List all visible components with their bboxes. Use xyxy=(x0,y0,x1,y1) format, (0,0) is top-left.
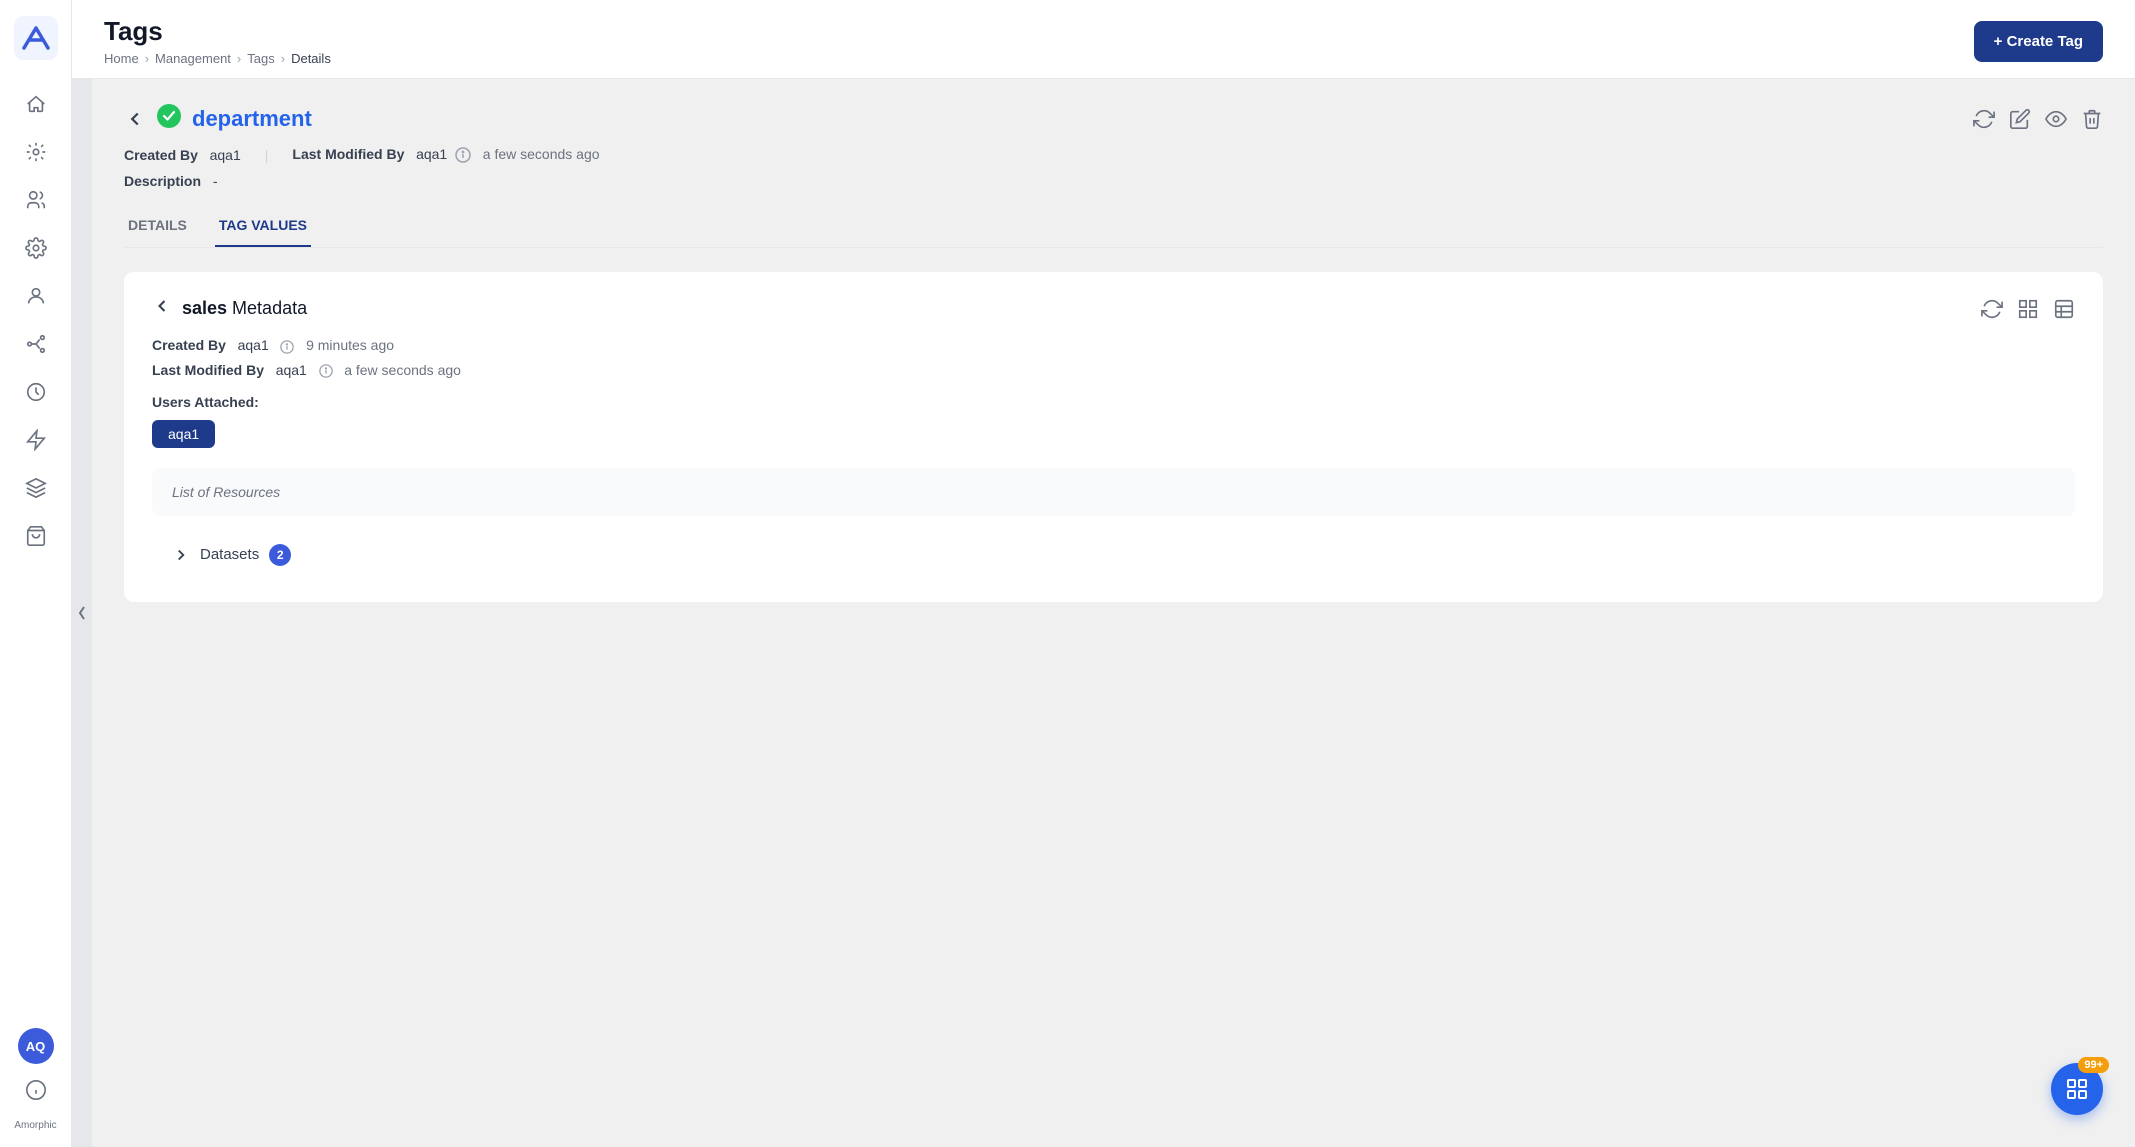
header-left: Tags Home › Management › Tags › Details xyxy=(104,16,331,66)
breadcrumb: Home › Management › Tags › Details xyxy=(104,51,331,66)
inner-created-time-icon xyxy=(280,337,298,353)
inner-modified-time-icon xyxy=(319,362,337,378)
sidebar-item-settings[interactable] xyxy=(16,228,56,268)
last-modified-time: a few seconds ago xyxy=(483,146,600,162)
tab-tag-values[interactable]: TAG VALUES xyxy=(215,209,311,247)
create-tag-button[interactable]: + Create Tag xyxy=(1974,21,2103,62)
page-title: Tags xyxy=(104,16,331,47)
inner-title-bold: sales xyxy=(182,298,227,318)
meta-row: Created By aqa1 | Last Modified By aqa1 … xyxy=(124,146,2103,163)
resources-section: List of Resources xyxy=(152,468,2075,516)
datasets-label: Datasets xyxy=(200,546,259,563)
breadcrumb-details: Details xyxy=(291,51,331,66)
inner-card-header: sales Metadata xyxy=(152,296,2075,321)
datasets-count-badge: 2 xyxy=(269,544,291,566)
app-logo[interactable] xyxy=(14,16,58,60)
breadcrumb-sep-1: › xyxy=(145,51,149,66)
detail-panel: department xyxy=(92,79,2135,1147)
inner-grid-icon[interactable] xyxy=(2017,298,2039,320)
inner-created-value: aqa1 xyxy=(238,337,269,353)
description-row: Description - xyxy=(124,173,2103,189)
inner-refresh-icon[interactable] xyxy=(1981,298,2003,320)
fab-icon xyxy=(2065,1077,2089,1101)
inner-modified-row: Last Modified By aqa1 a few seconds ago xyxy=(152,362,2075,378)
inner-created-row: Created By aqa1 9 minutes ago xyxy=(152,337,2075,353)
breadcrumb-sep-3: › xyxy=(281,51,285,66)
breadcrumb-tags[interactable]: Tags xyxy=(247,51,274,66)
created-by-label: Created By xyxy=(124,147,198,163)
inner-actions xyxy=(1981,298,2075,320)
description-label: Description xyxy=(124,173,201,189)
datasets-row[interactable]: Datasets 2 xyxy=(152,532,2075,578)
sidebar-item-layers[interactable] xyxy=(16,468,56,508)
sidebar-bottom: AQ Amorphic xyxy=(14,1028,56,1131)
tag-name: department xyxy=(192,106,312,132)
sidebar-item-profile[interactable] xyxy=(16,276,56,316)
sidebar-nav xyxy=(16,84,56,1028)
inner-back-button[interactable] xyxy=(152,296,172,321)
inner-modified-label: Last Modified By xyxy=(152,362,264,378)
fab-button[interactable]: 99+ xyxy=(2051,1063,2103,1115)
fab-container: 99+ xyxy=(2051,1063,2103,1115)
info-icon[interactable] xyxy=(18,1072,54,1108)
tag-actions xyxy=(1973,108,2103,130)
inner-title-rest: Metadata xyxy=(227,298,307,318)
edit-icon[interactable] xyxy=(2009,108,2031,130)
collapse-panel-button[interactable] xyxy=(72,79,92,1147)
created-by-value: aqa1 xyxy=(210,147,241,163)
resources-label: List of Resources xyxy=(172,484,2055,500)
inner-created-time: 9 minutes ago xyxy=(306,337,394,353)
back-button[interactable] xyxy=(124,108,146,130)
breadcrumb-home[interactable]: Home xyxy=(104,51,139,66)
tabs: DETAILS TAG VALUES xyxy=(124,209,2103,248)
sidebar-item-connections[interactable] xyxy=(16,324,56,364)
inner-created-label: Created By xyxy=(152,337,226,353)
inner-card-title: sales Metadata xyxy=(182,298,307,319)
avatar[interactable]: AQ xyxy=(18,1028,54,1064)
breadcrumb-management[interactable]: Management xyxy=(155,51,231,66)
sidebar-item-analytics[interactable] xyxy=(16,132,56,172)
delete-icon[interactable] xyxy=(2081,108,2103,130)
refresh-icon[interactable] xyxy=(1973,108,1995,130)
sidebar-item-home[interactable] xyxy=(16,84,56,124)
tag-status-icon xyxy=(156,103,182,134)
users-attached-label: Users Attached: xyxy=(152,394,2075,410)
inner-card-title-row: sales Metadata xyxy=(152,296,307,321)
user-chip-aqa1[interactable]: aqa1 xyxy=(152,420,215,448)
meta-separator: | xyxy=(265,147,269,163)
inner-modified-time: a few seconds ago xyxy=(344,362,461,378)
inner-modified-value: aqa1 xyxy=(276,362,307,378)
top-header: Tags Home › Management › Tags › Details … xyxy=(72,0,2135,79)
main-area: Tags Home › Management › Tags › Details … xyxy=(72,0,2135,1147)
tag-header-left: department xyxy=(124,103,312,134)
last-modified-value: aqa1 xyxy=(416,146,447,162)
inner-table-icon[interactable] xyxy=(2053,298,2075,320)
inner-card: sales Metadata xyxy=(124,272,2103,602)
modified-info-icon xyxy=(455,147,471,163)
sidebar-item-bag[interactable] xyxy=(16,516,56,556)
sidebar-item-clock[interactable] xyxy=(16,372,56,412)
visibility-icon[interactable] xyxy=(2045,108,2067,130)
description-value: - xyxy=(213,173,218,189)
breadcrumb-sep-2: › xyxy=(237,51,241,66)
last-modified-label: Last Modified By xyxy=(292,146,404,162)
tag-header: department xyxy=(124,103,2103,134)
fab-badge: 99+ xyxy=(2078,1057,2109,1073)
sidebar: AQ Amorphic xyxy=(0,0,72,1147)
content-area: department xyxy=(72,79,2135,1147)
brand-label: Amorphic xyxy=(14,1120,56,1131)
sidebar-item-users[interactable] xyxy=(16,180,56,220)
sidebar-item-lightning[interactable] xyxy=(16,420,56,460)
users-section: Users Attached: aqa1 xyxy=(152,394,2075,448)
datasets-chevron-icon xyxy=(172,546,190,564)
tab-details[interactable]: DETAILS xyxy=(124,209,191,247)
